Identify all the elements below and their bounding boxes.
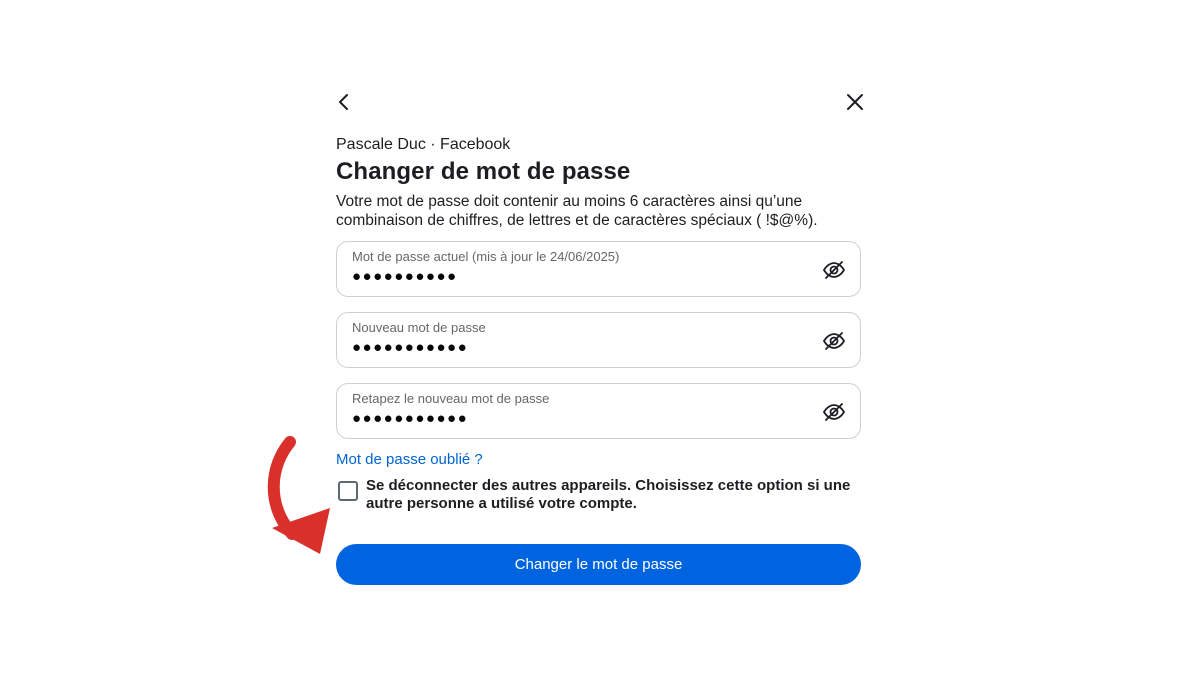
eye-off-icon[interactable] (822, 400, 846, 424)
confirm-password-field[interactable]: Retapez le nouveau mot de passe ●●●●●●●●… (336, 383, 861, 439)
change-password-button[interactable]: Changer le mot de passe (336, 544, 861, 585)
logout-checkbox-label: Se déconnecter des autres appareils. Cho… (366, 477, 851, 512)
back-button[interactable] (330, 88, 358, 116)
confirm-password-value[interactable]: ●●●●●●●●●●● (352, 410, 468, 427)
page-title: Changer de mot de passe (336, 158, 631, 185)
eye-off-icon[interactable] (822, 258, 846, 282)
current-password-label: Mot de passe actuel (mis à jour le 24/06… (352, 249, 620, 264)
new-password-value[interactable]: ●●●●●●●●●●● (352, 339, 468, 356)
change-password-dialog: Pascale Duc · Facebook Changer de mot de… (336, 88, 863, 585)
dialog-top-bar (336, 88, 863, 118)
current-password-field[interactable]: Mot de passe actuel (mis à jour le 24/06… (336, 241, 861, 297)
password-requirements: Votre mot de passe doit contenir au moin… (336, 193, 818, 229)
account-identity: Pascale Duc · Facebook (336, 136, 511, 153)
forgot-password-link[interactable]: Mot de passe oublié ? (336, 451, 483, 468)
current-password-value[interactable]: ●●●●●●●●●● (352, 268, 458, 285)
new-password-field[interactable]: Nouveau mot de passe ●●●●●●●●●●● (336, 312, 861, 368)
close-icon (847, 94, 863, 110)
confirm-password-label: Retapez le nouveau mot de passe (352, 391, 550, 406)
logout-other-devices-option[interactable]: Se déconnecter des autres appareils. Cho… (336, 477, 861, 517)
close-button[interactable] (841, 88, 869, 116)
eye-off-icon[interactable] (822, 329, 846, 353)
red-curved-arrow-icon (267, 436, 330, 554)
chevron-left-icon (339, 94, 348, 110)
new-password-label: Nouveau mot de passe (352, 320, 486, 335)
